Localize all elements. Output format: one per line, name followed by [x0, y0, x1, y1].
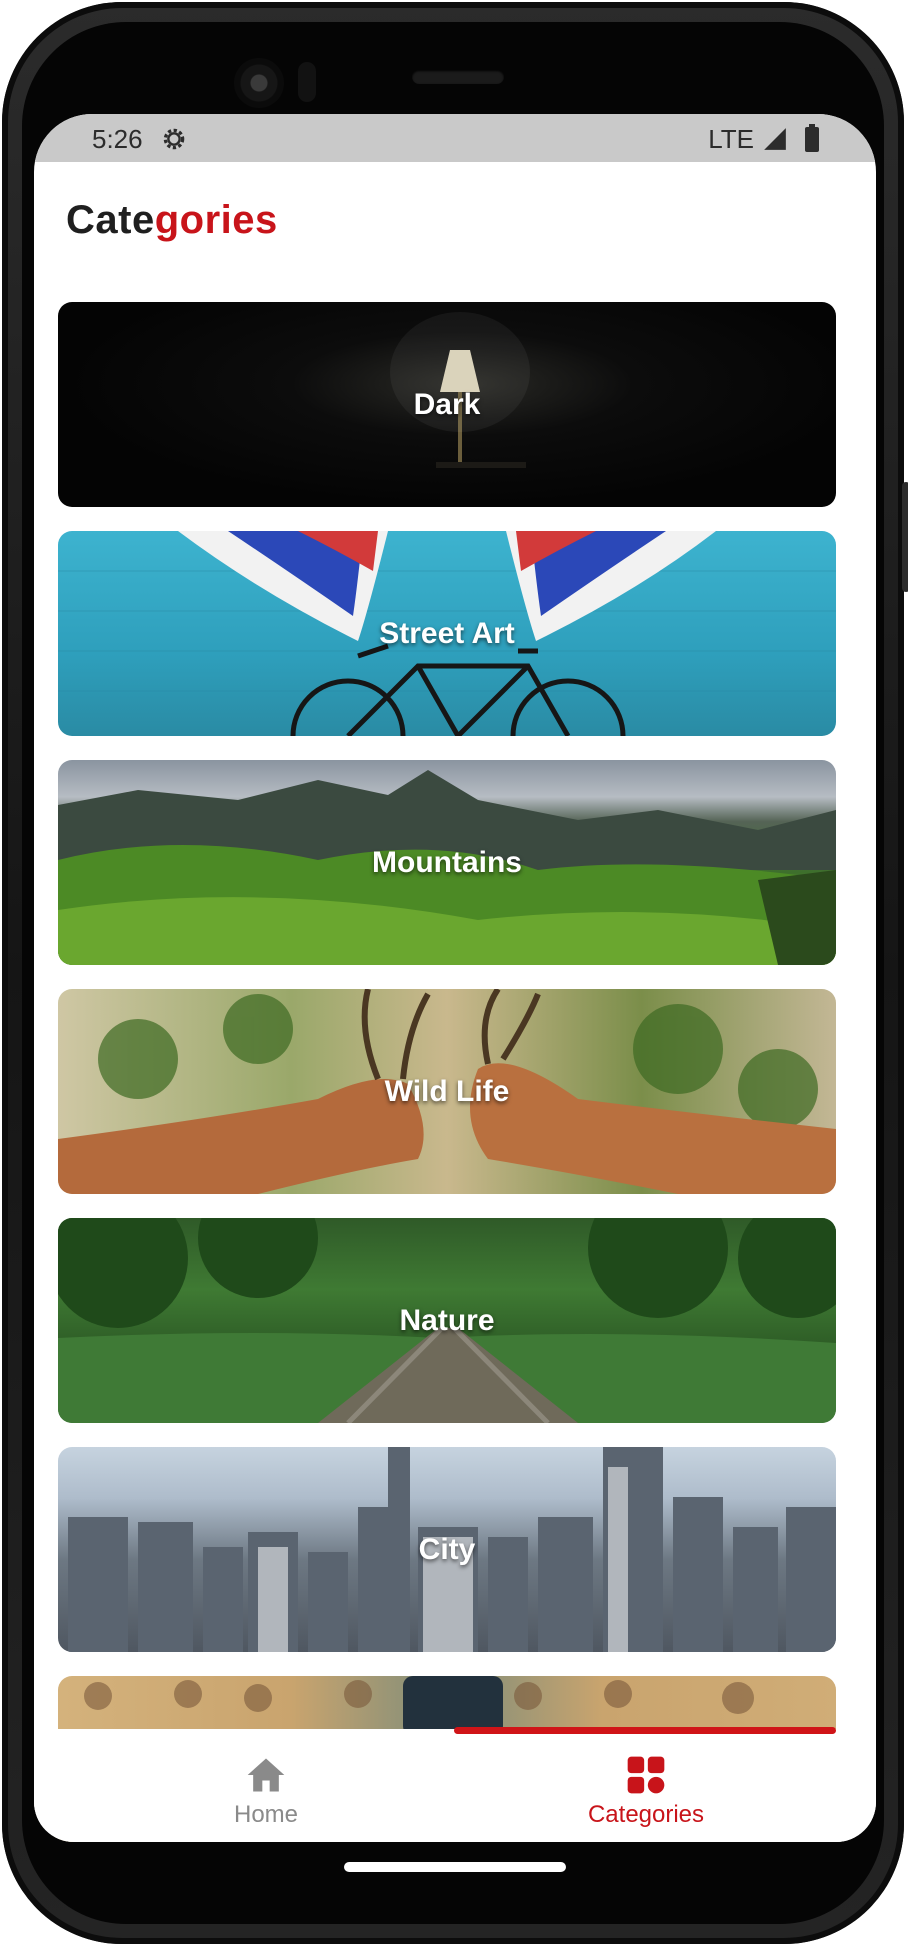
status-bar: 5:26 LTE	[34, 114, 876, 162]
page-title-part2: gories	[154, 198, 278, 242]
categories-grid-icon	[627, 1756, 665, 1794]
home-icon	[247, 1758, 285, 1792]
page-title-part1: Cate	[66, 198, 155, 242]
status-time: 5:26	[92, 124, 143, 154]
bottom-navigation: Home Categories	[34, 1727, 876, 1842]
battery-icon	[805, 124, 819, 152]
power-button	[902, 482, 908, 592]
category-label: Nature	[399, 1303, 495, 1337]
category-label: Dark	[413, 387, 481, 421]
category-label: Street Art	[379, 616, 515, 650]
nav-label-categories: Categories	[587, 1801, 705, 1828]
category-card-dark[interactable]: Dark	[58, 302, 836, 507]
category-card-nature[interactable]: Nature	[58, 1218, 836, 1423]
category-card-wild-life[interactable]: Wild Life	[58, 989, 836, 1194]
proximity-sensor	[298, 62, 316, 102]
category-label: City	[418, 1532, 476, 1566]
category-card-mountains[interactable]: Mountains	[58, 760, 836, 965]
category-label: Mountains	[372, 845, 522, 879]
app-screen: 5:26 LTE Categories Dark Street Art Moun…	[34, 114, 876, 1842]
nav-label-home: Home	[233, 1801, 299, 1828]
category-card-street-art[interactable]: Street Art	[58, 531, 836, 736]
front-camera	[234, 58, 284, 108]
nav-item-home[interactable]: Home	[116, 1729, 416, 1842]
category-label: Wild Life	[384, 1074, 510, 1108]
page-title: Categories	[66, 198, 278, 243]
gesture-navigation-bar[interactable]	[344, 1862, 566, 1872]
nav-item-categories[interactable]: Categories	[496, 1729, 796, 1842]
signal-icon	[764, 128, 786, 150]
category-list: Dark Street Art Mountains Wild Life Natu…	[58, 302, 836, 1842]
network-type: LTE	[708, 124, 754, 154]
earpiece-speaker	[412, 70, 504, 84]
category-card-city[interactable]: City	[58, 1447, 836, 1652]
settings-gear-icon	[163, 128, 185, 150]
